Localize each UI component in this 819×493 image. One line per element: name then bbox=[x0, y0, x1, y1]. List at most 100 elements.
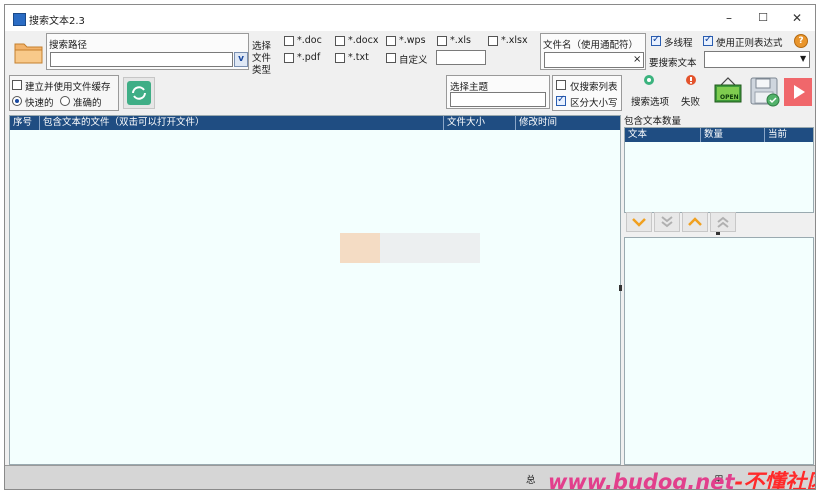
open-sign-text: OPEN bbox=[720, 94, 739, 101]
open-sign-button[interactable]: OPEN bbox=[711, 75, 745, 109]
clear-filename-button[interactable]: × bbox=[633, 54, 641, 65]
filetype-checkbox[interactable] bbox=[284, 36, 294, 46]
help-icon[interactable]: ? bbox=[794, 34, 808, 48]
filetype-checkbox[interactable] bbox=[335, 53, 345, 63]
double-chevron-up-icon bbox=[717, 216, 729, 228]
col-count[interactable]: 数量 bbox=[701, 128, 765, 142]
search-path-group: 搜索路径 v bbox=[46, 33, 249, 70]
filetype-label: *.pdf bbox=[297, 52, 321, 63]
play-icon bbox=[794, 85, 805, 99]
cache-label: 建立并使用文件缓存 bbox=[25, 82, 111, 93]
results-header: 序号 包含文本的文件（双击可以打开文件） 文件大小 修改时间 bbox=[10, 116, 620, 130]
count-panel-title: 包含文本数量 bbox=[624, 116, 682, 127]
col-index[interactable]: 序号 bbox=[10, 116, 40, 130]
watermark-url: www.budog.net bbox=[548, 470, 735, 490]
maximize-button[interactable]: ☐ bbox=[746, 9, 780, 27]
fail-label: 失败 bbox=[681, 97, 701, 108]
folder-icon[interactable] bbox=[13, 38, 45, 66]
open-sign-icon bbox=[714, 77, 742, 103]
watermark-logo: www.budog.net-不懂社区 bbox=[548, 466, 815, 490]
filetype-label: *.doc bbox=[297, 35, 322, 46]
blurred-region-2 bbox=[380, 233, 480, 263]
multithread-checkbox[interactable] bbox=[651, 34, 661, 46]
case-sensitive-checkbox[interactable] bbox=[556, 94, 566, 106]
start-search-button[interactable] bbox=[784, 78, 812, 106]
filename-group: 文件名（使用通配符） × bbox=[540, 33, 646, 70]
cache-checkbox[interactable] bbox=[12, 80, 22, 90]
filename-label: 文件名（使用通配符） bbox=[543, 40, 639, 51]
filename-input[interactable] bbox=[544, 52, 644, 68]
search-path-label: 搜索路径 bbox=[49, 40, 88, 51]
regex-checkbox[interactable] bbox=[703, 34, 713, 46]
filetype-label: *.txt bbox=[348, 52, 369, 63]
regex-label: 使用正则表达式 bbox=[716, 38, 783, 49]
last-match-button[interactable] bbox=[654, 212, 680, 232]
app-icon bbox=[13, 13, 26, 26]
blurred-region bbox=[340, 233, 380, 263]
close-button[interactable]: ✕ bbox=[780, 9, 814, 27]
filetype-label: *.xlsx bbox=[501, 35, 528, 46]
filetype-label: *.docx bbox=[348, 35, 379, 46]
col-filesize[interactable]: 文件大小 bbox=[444, 116, 516, 130]
count-header: 文本 数量 当前 bbox=[625, 128, 813, 142]
refresh-button[interactable] bbox=[123, 77, 155, 109]
col-text[interactable]: 文本 bbox=[625, 128, 701, 142]
refresh-icon bbox=[127, 81, 151, 105]
filetype-label: *.wps bbox=[399, 35, 426, 46]
col-modified[interactable]: 修改时间 bbox=[516, 116, 620, 130]
next-match-button[interactable] bbox=[626, 212, 652, 232]
search-options-label: 搜索选项 bbox=[631, 97, 670, 108]
search-path-input[interactable] bbox=[50, 52, 233, 67]
search-text-dropdown[interactable]: ▼ bbox=[800, 54, 806, 63]
status-total-label: 总 bbox=[526, 475, 536, 486]
chevron-down-icon bbox=[632, 218, 646, 227]
filetype-checkbox[interactable] bbox=[386, 36, 396, 46]
double-chevron-down-icon bbox=[661, 216, 673, 228]
fast-radio[interactable] bbox=[12, 96, 22, 106]
minimize-button[interactable]: – bbox=[712, 9, 746, 27]
filetype-label: 自定义 bbox=[399, 55, 428, 66]
accurate-label: 准确的 bbox=[73, 98, 102, 109]
search-text-input[interactable] bbox=[704, 51, 810, 68]
filetype-checkbox[interactable] bbox=[284, 53, 294, 63]
chevron-up-icon bbox=[688, 217, 702, 226]
filetype-checkbox[interactable] bbox=[437, 36, 447, 46]
search-options-icon bbox=[644, 75, 654, 85]
filetype-checkbox[interactable] bbox=[386, 53, 396, 63]
title-bar: 搜索文本2.3 – ☐ ✕ bbox=[5, 5, 815, 31]
fail-icon bbox=[686, 75, 696, 85]
case-sensitive-label: 区分大小写 bbox=[570, 98, 618, 109]
theme-input[interactable] bbox=[450, 92, 546, 107]
watermark-suffix: -不懂社区 bbox=[734, 470, 815, 490]
search-path-dropdown[interactable]: v bbox=[234, 52, 248, 67]
multithread-label: 多线程 bbox=[664, 38, 693, 49]
only-search-list-checkbox[interactable] bbox=[556, 80, 566, 90]
count-list[interactable]: 文本 数量 当前 bbox=[624, 127, 814, 213]
fail-button[interactable]: 失败 bbox=[675, 74, 705, 108]
splitter-handle[interactable] bbox=[619, 285, 622, 291]
cache-group: 建立并使用文件缓存 快速的 准确的 bbox=[9, 75, 119, 111]
save-disk-icon bbox=[750, 77, 780, 107]
filetype-checkbox[interactable] bbox=[488, 36, 498, 46]
accurate-radio[interactable] bbox=[60, 96, 70, 106]
window-title: 搜索文本2.3 bbox=[29, 16, 85, 27]
results-list[interactable]: 序号 包含文本的文件（双击可以打开文件） 文件大小 修改时间 bbox=[9, 115, 621, 465]
app-window: 搜索文本2.3 – ☐ ✕ 搜索路径 v 选择文件类型 文件名（使用通配符） ×… bbox=[4, 4, 816, 490]
preview-pane[interactable] bbox=[624, 237, 814, 465]
panel-splitter-handle[interactable] bbox=[716, 232, 720, 235]
first-match-button[interactable] bbox=[710, 212, 736, 232]
col-current[interactable]: 当前 bbox=[765, 128, 813, 142]
filetype-checkbox[interactable] bbox=[335, 36, 345, 46]
custom-type-input[interactable] bbox=[436, 50, 486, 65]
file-type-label: 选择文件类型 bbox=[252, 41, 272, 76]
col-filename[interactable]: 包含文本的文件（双击可以打开文件） bbox=[40, 116, 444, 130]
theme-group: 选择主题 bbox=[446, 75, 550, 109]
prev-match-button[interactable] bbox=[682, 212, 708, 232]
theme-label: 选择主题 bbox=[450, 82, 489, 93]
search-options-button[interactable]: 搜索选项 bbox=[628, 74, 670, 108]
filetype-label: *.xls bbox=[450, 35, 471, 46]
list-options-group: 仅搜索列表 区分大小写 bbox=[552, 75, 622, 111]
only-search-list-label: 仅搜索列表 bbox=[570, 82, 618, 93]
save-button[interactable] bbox=[748, 75, 782, 109]
fast-label: 快速的 bbox=[25, 98, 54, 109]
